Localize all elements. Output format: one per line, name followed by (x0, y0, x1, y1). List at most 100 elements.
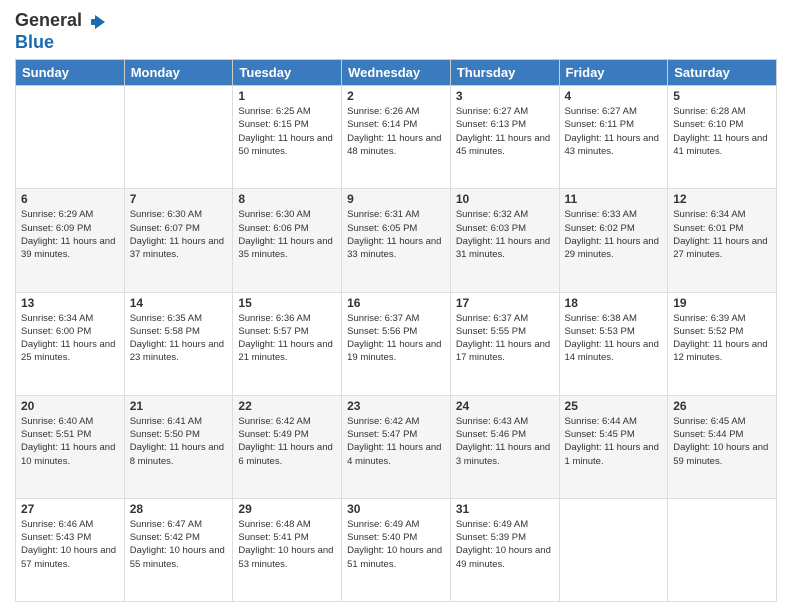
day-info: Sunrise: 6:40 AMSunset: 5:51 PMDaylight:… (21, 415, 119, 468)
day-number: 25 (565, 399, 663, 413)
day-info: Sunrise: 6:37 AMSunset: 5:56 PMDaylight:… (347, 312, 445, 365)
calendar-table: SundayMondayTuesdayWednesdayThursdayFrid… (15, 59, 777, 602)
day-number: 28 (130, 502, 228, 516)
day-header-wednesday: Wednesday (342, 60, 451, 86)
logo-text-group: General Blue (15, 10, 107, 53)
week-row-2: 6 Sunrise: 6:29 AMSunset: 6:09 PMDaylight… (16, 189, 777, 292)
day-number: 1 (238, 89, 336, 103)
week-row-1: 1Sunrise: 6:25 AMSunset: 6:15 PMDaylight… (16, 86, 777, 189)
day-number: 4 (565, 89, 663, 103)
week-row-5: 27 Sunrise: 6:46 AMSunset: 5:43 PMDayligh… (16, 498, 777, 601)
calendar-cell: 20 Sunrise: 6:40 AMSunset: 5:51 PMDayligh… (16, 395, 125, 498)
day-header-tuesday: Tuesday (233, 60, 342, 86)
day-number: 10 (456, 192, 554, 206)
logo: General Blue (15, 10, 107, 53)
day-info: Sunrise: 6:29 AMSunset: 6:09 PMDaylight:… (21, 208, 119, 261)
calendar-cell: 17 Sunrise: 6:37 AMSunset: 5:55 PMDayligh… (450, 292, 559, 395)
day-info: Sunrise: 6:49 AMSunset: 5:39 PMDaylight:… (456, 518, 554, 571)
day-info: Sunrise: 6:30 AMSunset: 6:07 PMDaylight:… (130, 208, 228, 261)
calendar-cell (16, 86, 125, 189)
day-number: 22 (238, 399, 336, 413)
day-number: 23 (347, 399, 445, 413)
calendar-cell: 4 Sunrise: 6:27 AMSunset: 6:11 PMDaylight… (559, 86, 668, 189)
day-number: 20 (21, 399, 119, 413)
calendar-cell: 27 Sunrise: 6:46 AMSunset: 5:43 PMDayligh… (16, 498, 125, 601)
day-number: 14 (130, 296, 228, 310)
calendar-cell: 19 Sunrise: 6:39 AMSunset: 5:52 PMDayligh… (668, 292, 777, 395)
calendar-cell: 22Sunrise: 6:42 AMSunset: 5:49 PMDayligh… (233, 395, 342, 498)
day-info: Sunrise: 6:27 AMSunset: 6:11 PMDaylight:… (565, 105, 663, 158)
day-info: Sunrise: 6:45 AMSunset: 5:44 PMDaylight:… (673, 415, 771, 468)
header: General Blue (15, 10, 777, 53)
calendar-cell: 16Sunrise: 6:37 AMSunset: 5:56 PMDayligh… (342, 292, 451, 395)
day-number: 13 (21, 296, 119, 310)
calendar-cell: 26 Sunrise: 6:45 AMSunset: 5:44 PMDayligh… (668, 395, 777, 498)
day-info: Sunrise: 6:46 AMSunset: 5:43 PMDaylight:… (21, 518, 119, 571)
day-info: Sunrise: 6:27 AMSunset: 6:13 PMDaylight:… (456, 105, 554, 158)
logo-blue: Blue (15, 32, 54, 52)
day-number: 7 (130, 192, 228, 206)
day-info: Sunrise: 6:48 AMSunset: 5:41 PMDaylight:… (238, 518, 336, 571)
calendar-cell: 28 Sunrise: 6:47 AMSunset: 5:42 PMDayligh… (124, 498, 233, 601)
calendar-cell: 11 Sunrise: 6:33 AMSunset: 6:02 PMDayligh… (559, 189, 668, 292)
day-number: 2 (347, 89, 445, 103)
calendar-cell: 7 Sunrise: 6:30 AMSunset: 6:07 PMDaylight… (124, 189, 233, 292)
day-header-thursday: Thursday (450, 60, 559, 86)
day-info: Sunrise: 6:33 AMSunset: 6:02 PMDaylight:… (565, 208, 663, 261)
day-info: Sunrise: 6:34 AMSunset: 6:01 PMDaylight:… (673, 208, 771, 261)
day-info: Sunrise: 6:28 AMSunset: 6:10 PMDaylight:… (673, 105, 771, 158)
week-row-3: 13 Sunrise: 6:34 AMSunset: 6:00 PMDayligh… (16, 292, 777, 395)
day-number: 24 (456, 399, 554, 413)
calendar-cell (559, 498, 668, 601)
day-number: 27 (21, 502, 119, 516)
day-number: 18 (565, 296, 663, 310)
calendar-cell (124, 86, 233, 189)
day-number: 11 (565, 192, 663, 206)
day-info: Sunrise: 6:34 AMSunset: 6:00 PMDaylight:… (21, 312, 119, 365)
day-header-saturday: Saturday (668, 60, 777, 86)
day-header-monday: Monday (124, 60, 233, 86)
day-info: Sunrise: 6:31 AMSunset: 6:05 PMDaylight:… (347, 208, 445, 261)
day-info: Sunrise: 6:26 AMSunset: 6:14 PMDaylight:… (347, 105, 445, 158)
calendar-cell: 25 Sunrise: 6:44 AMSunset: 5:45 PMDayligh… (559, 395, 668, 498)
day-info: Sunrise: 6:36 AMSunset: 5:57 PMDaylight:… (238, 312, 336, 365)
day-number: 6 (21, 192, 119, 206)
day-number: 29 (238, 502, 336, 516)
day-number: 19 (673, 296, 771, 310)
calendar-cell (668, 498, 777, 601)
calendar-cell: 13 Sunrise: 6:34 AMSunset: 6:00 PMDayligh… (16, 292, 125, 395)
calendar-cell: 14 Sunrise: 6:35 AMSunset: 5:58 PMDayligh… (124, 292, 233, 395)
calendar-cell: 24 Sunrise: 6:43 AMSunset: 5:46 PMDayligh… (450, 395, 559, 498)
day-info: Sunrise: 6:49 AMSunset: 5:40 PMDaylight:… (347, 518, 445, 571)
day-number: 26 (673, 399, 771, 413)
day-info: Sunrise: 6:37 AMSunset: 5:55 PMDaylight:… (456, 312, 554, 365)
day-info: Sunrise: 6:47 AMSunset: 5:42 PMDaylight:… (130, 518, 228, 571)
day-header-friday: Friday (559, 60, 668, 86)
calendar-cell: 2 Sunrise: 6:26 AMSunset: 6:14 PMDaylight… (342, 86, 451, 189)
logo-arrow-icon (89, 13, 107, 31)
day-number: 30 (347, 502, 445, 516)
day-number: 12 (673, 192, 771, 206)
day-info: Sunrise: 6:43 AMSunset: 5:46 PMDaylight:… (456, 415, 554, 468)
day-info: Sunrise: 6:41 AMSunset: 5:50 PMDaylight:… (130, 415, 228, 468)
calendar-cell: 21Sunrise: 6:41 AMSunset: 5:50 PMDayligh… (124, 395, 233, 498)
day-number: 17 (456, 296, 554, 310)
calendar-cell: 8Sunrise: 6:30 AMSunset: 6:06 PMDaylight… (233, 189, 342, 292)
day-number: 5 (673, 89, 771, 103)
calendar-cell: 9Sunrise: 6:31 AMSunset: 6:05 PMDaylight… (342, 189, 451, 292)
calendar-cell: 1Sunrise: 6:25 AMSunset: 6:15 PMDaylight… (233, 86, 342, 189)
calendar-cell: 15 Sunrise: 6:36 AMSunset: 5:57 PMDayligh… (233, 292, 342, 395)
day-info: Sunrise: 6:44 AMSunset: 5:45 PMDaylight:… (565, 415, 663, 468)
calendar-cell: 18 Sunrise: 6:38 AMSunset: 5:53 PMDayligh… (559, 292, 668, 395)
week-row-4: 20 Sunrise: 6:40 AMSunset: 5:51 PMDayligh… (16, 395, 777, 498)
day-number: 15 (238, 296, 336, 310)
day-info: Sunrise: 6:38 AMSunset: 5:53 PMDaylight:… (565, 312, 663, 365)
calendar-cell: 23 Sunrise: 6:42 AMSunset: 5:47 PMDayligh… (342, 395, 451, 498)
calendar-header-row: SundayMondayTuesdayWednesdayThursdayFrid… (16, 60, 777, 86)
calendar-cell: 29 Sunrise: 6:48 AMSunset: 5:41 PMDayligh… (233, 498, 342, 601)
day-info: Sunrise: 6:42 AMSunset: 5:47 PMDaylight:… (347, 415, 445, 468)
day-info: Sunrise: 6:35 AMSunset: 5:58 PMDaylight:… (130, 312, 228, 365)
calendar-cell: 30 Sunrise: 6:49 AMSunset: 5:40 PMDayligh… (342, 498, 451, 601)
calendar-cell: 31Sunrise: 6:49 AMSunset: 5:39 PMDayligh… (450, 498, 559, 601)
day-info: Sunrise: 6:39 AMSunset: 5:52 PMDaylight:… (673, 312, 771, 365)
